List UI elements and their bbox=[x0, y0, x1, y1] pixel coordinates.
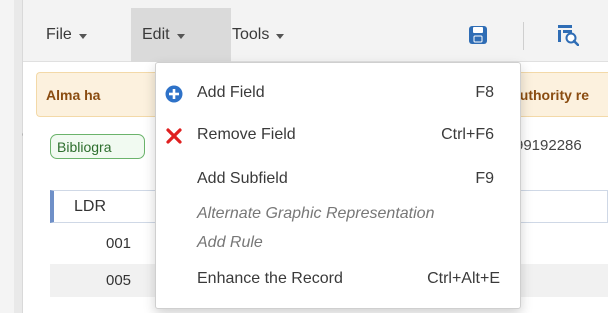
menu-item-add-subfield[interactable]: Add Subfield F9 bbox=[156, 163, 520, 195]
menu-item-label: Add Subfield bbox=[197, 170, 288, 187]
caret-down-icon bbox=[176, 33, 185, 39]
menu-item-label: Add Rule bbox=[197, 234, 263, 251]
menu-item-label: Remove Field bbox=[197, 126, 296, 143]
plus-circle-icon bbox=[165, 85, 183, 103]
caret-down-icon bbox=[78, 33, 87, 39]
alert-text-left: Alma ha bbox=[46, 87, 101, 103]
menu-item-enhance-the-record[interactable]: Enhance the Record Ctrl+Alt+E bbox=[156, 263, 520, 295]
menu-item-add-field[interactable]: Add Field F8 bbox=[156, 77, 520, 109]
marc-tag: 005 bbox=[106, 272, 132, 289]
menu-item-label: Enhance the Record bbox=[197, 270, 343, 287]
panel-resize-handle[interactable] bbox=[14, 0, 25, 313]
menu-item-alternate-graphic-representation: Alternate Graphic Representation bbox=[156, 198, 520, 230]
tools-menu-button[interactable]: Tools bbox=[232, 8, 285, 62]
menu-item-shortcut: F8 bbox=[475, 84, 494, 101]
leader-tag: LDR bbox=[74, 198, 107, 215]
red-x-icon bbox=[165, 127, 183, 145]
file-menu-button[interactable]: File bbox=[46, 8, 87, 62]
edit-menu-dropdown: Add Field F8 Remove Field Ctrl+F6 Add Su… bbox=[155, 62, 521, 309]
file-menu-label: File bbox=[46, 26, 72, 43]
menu-item-remove-field[interactable]: Remove Field Ctrl+F6 bbox=[156, 119, 520, 151]
menu-item-label: Add Field bbox=[197, 84, 265, 101]
menu-item-label: Alternate Graphic Representation bbox=[197, 205, 435, 222]
menu-item-shortcut: Ctrl+F6 bbox=[441, 126, 494, 143]
record-type-badge-label: Bibliogra bbox=[57, 138, 112, 155]
caret-down-icon bbox=[276, 33, 285, 39]
tools-menu-label: Tools bbox=[232, 26, 270, 43]
metadata-editor-panel: File Edit Tools Alma ha authority re Bib… bbox=[23, 0, 608, 313]
menubar: File Edit Tools bbox=[23, 0, 608, 62]
left-gutter bbox=[0, 0, 14, 313]
edit-menu-label: Edit bbox=[142, 26, 170, 43]
menu-item-shortcut: F9 bbox=[475, 170, 494, 187]
menu-item-add-rule: Add Rule bbox=[156, 227, 520, 259]
save-icon[interactable] bbox=[467, 24, 489, 46]
alert-text-right: authority re bbox=[512, 87, 590, 103]
marc-tag: 001 bbox=[106, 235, 132, 252]
menu-item-shortcut: Ctrl+Alt+E bbox=[427, 270, 500, 287]
edit-menu-button[interactable]: Edit bbox=[131, 8, 231, 62]
record-type-badge[interactable]: Bibliogra bbox=[50, 134, 145, 159]
toolbar-separator bbox=[523, 22, 524, 50]
search-record-icon[interactable] bbox=[557, 24, 580, 47]
